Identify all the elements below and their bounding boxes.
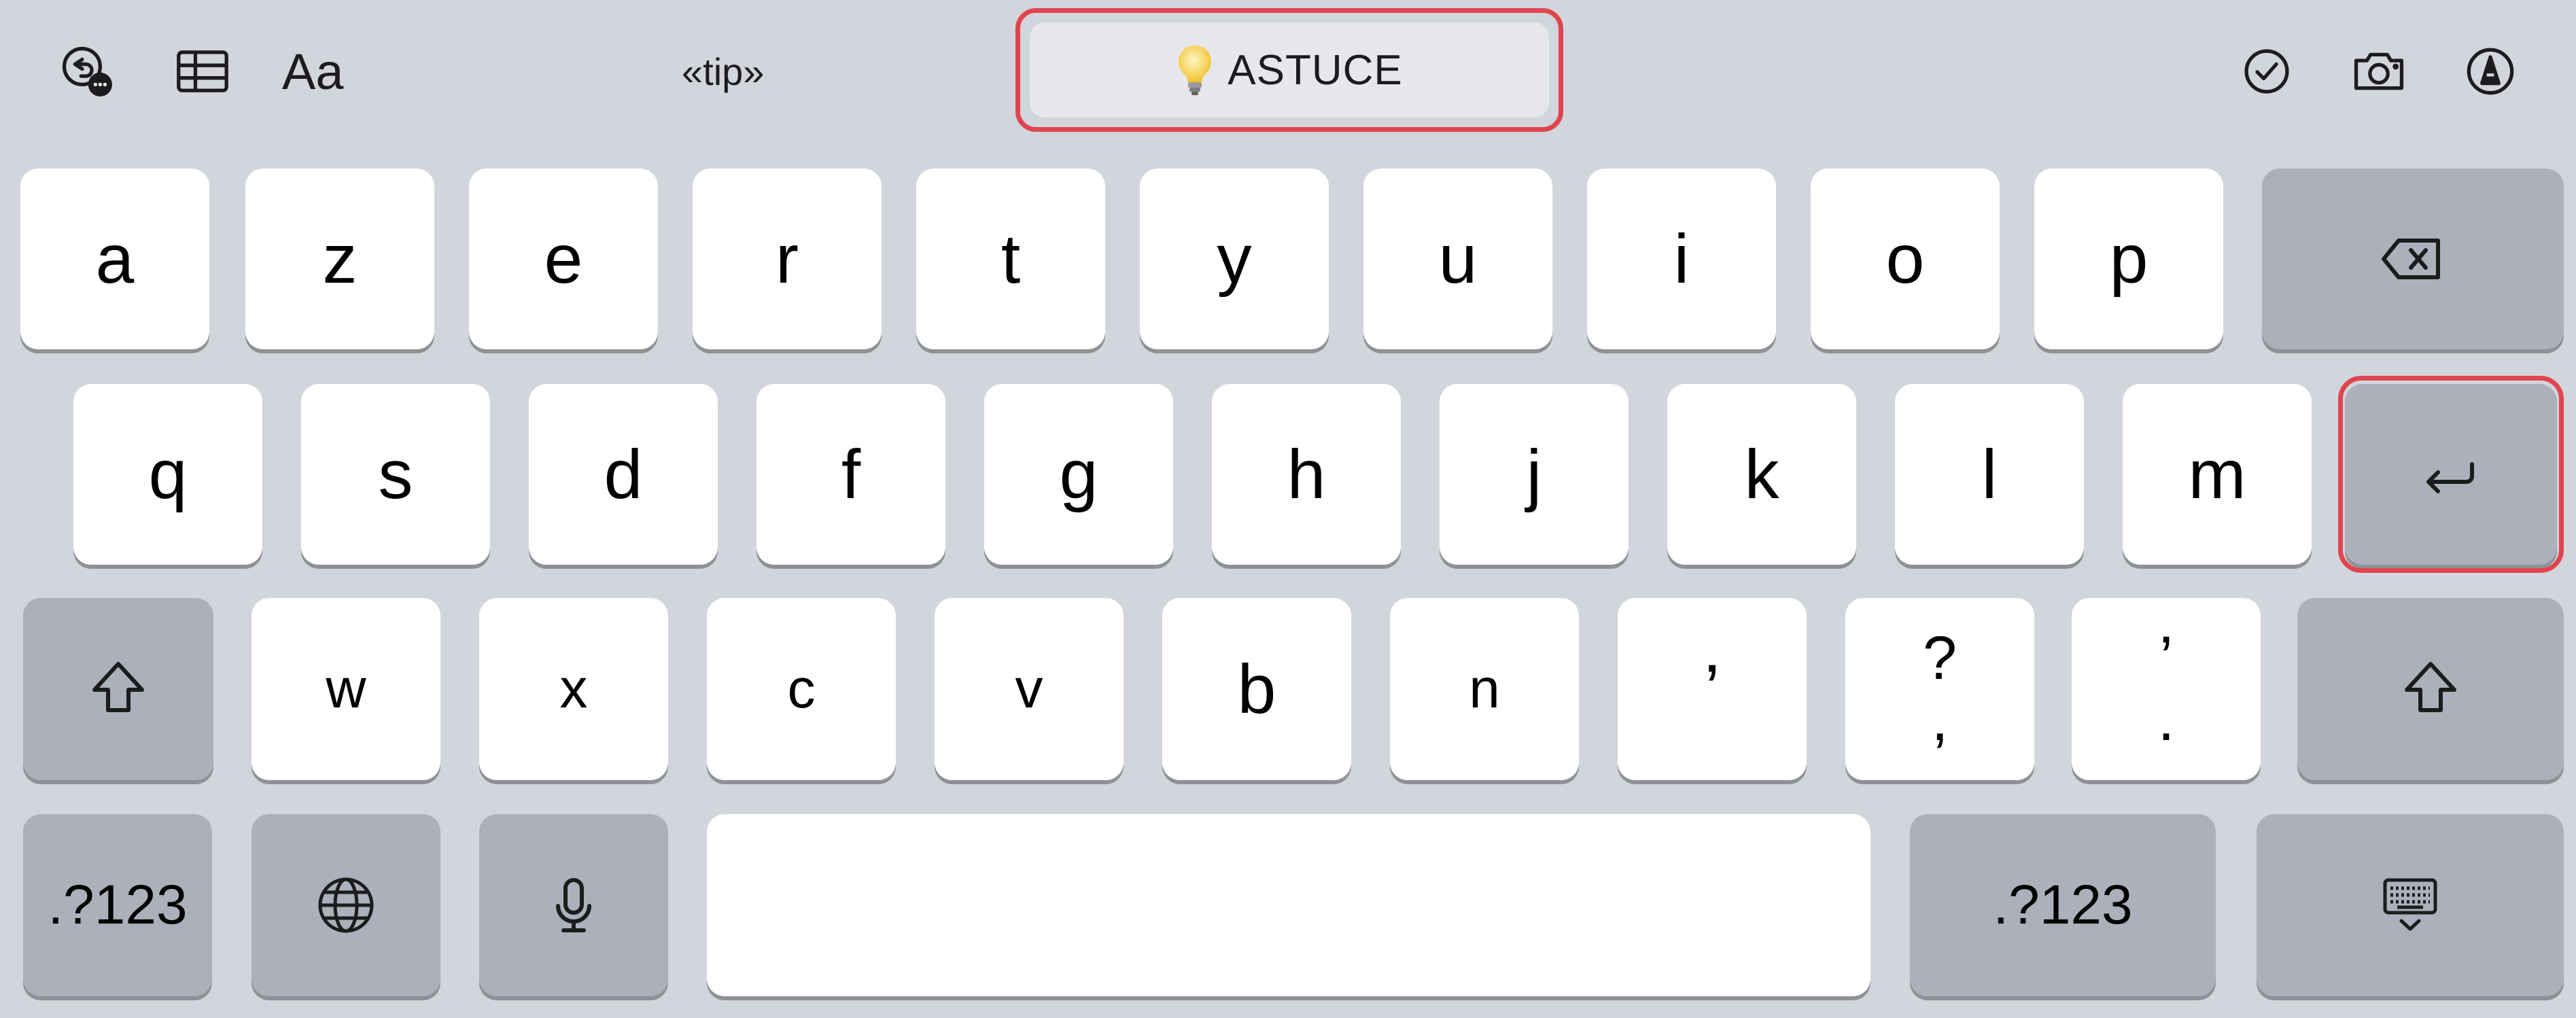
format-text-button[interactable]: Aa: [282, 41, 344, 102]
checklist-icon[interactable]: [2233, 37, 2301, 105]
keyboard-dismiss-key[interactable]: [2257, 814, 2564, 996]
globe-icon: [318, 877, 374, 933]
globe-key[interactable]: [251, 814, 440, 996]
key-e[interactable]: e: [469, 169, 658, 349]
key-t[interactable]: t: [916, 169, 1105, 349]
key-x[interactable]: x: [479, 598, 668, 780]
lightbulb-icon: [1179, 46, 1212, 95]
undo-more-icon[interactable]: [53, 37, 121, 105]
key-b[interactable]: b: [1162, 598, 1351, 780]
key-w[interactable]: w: [251, 598, 440, 780]
key-o[interactable]: o: [1811, 169, 2000, 349]
shift-left-key[interactable]: [23, 598, 213, 780]
numbers-left-key[interactable]: .?123: [23, 814, 212, 996]
key-r[interactable]: r: [693, 169, 882, 349]
key-a[interactable]: a: [20, 169, 209, 349]
key-k[interactable]: k: [1667, 384, 1856, 565]
key-n[interactable]: n: [1390, 598, 1579, 780]
delete-backspace-icon: [2382, 239, 2440, 279]
return-key[interactable]: [2345, 384, 2557, 565]
key-l[interactable]: l: [1895, 384, 2084, 565]
key-f[interactable]: f: [756, 384, 945, 565]
key-h[interactable]: h: [1212, 384, 1401, 565]
numbers-right-key[interactable]: .?123: [1910, 814, 2216, 996]
microphone-icon: [556, 878, 591, 932]
table-icon[interactable]: [169, 37, 237, 105]
key-p[interactable]: p: [2034, 169, 2223, 349]
key-s[interactable]: s: [301, 384, 490, 565]
suggestion-highlight[interactable]: ASTUCE: [1015, 8, 1563, 132]
key-m[interactable]: m: [2123, 384, 2312, 565]
shift-right-key[interactable]: [2297, 598, 2564, 780]
key-j[interactable]: j: [1440, 384, 1629, 565]
suggestion-label: ASTUCE: [1228, 46, 1403, 94]
key-apostrophe[interactable]: ’: [1618, 598, 1807, 780]
shift-arrow-icon: [92, 662, 144, 712]
key-u[interactable]: u: [1363, 169, 1552, 349]
prediction-left[interactable]: «tip»: [682, 41, 764, 102]
camera-icon[interactable]: [2345, 37, 2413, 105]
shift-arrow-icon: [2405, 662, 2456, 712]
key-q[interactable]: q: [73, 384, 262, 565]
key-apostrophe-period[interactable]: ’.: [2072, 598, 2261, 780]
microphone-key[interactable]: [479, 814, 668, 996]
return-icon: [2426, 462, 2474, 493]
key-c[interactable]: c: [707, 598, 896, 780]
markup-pen-icon[interactable]: [2456, 37, 2524, 105]
key-i[interactable]: i: [1587, 169, 1776, 349]
key-question-comma[interactable]: ?,: [1845, 598, 2034, 780]
suggestion-center[interactable]: ASTUCE: [1030, 22, 1549, 118]
key-d[interactable]: d: [529, 384, 718, 565]
space-bar[interactable]: [707, 814, 1870, 996]
key-z[interactable]: z: [245, 169, 434, 349]
keyboard-toolbar: Aa «tip» ASTUCE: [0, 0, 2576, 143]
keyboard-dismiss-icon: [2383, 878, 2437, 931]
key-v[interactable]: v: [935, 598, 1124, 780]
key-y[interactable]: y: [1140, 169, 1329, 349]
key-g[interactable]: g: [984, 384, 1173, 565]
delete-key[interactable]: [2262, 169, 2564, 349]
